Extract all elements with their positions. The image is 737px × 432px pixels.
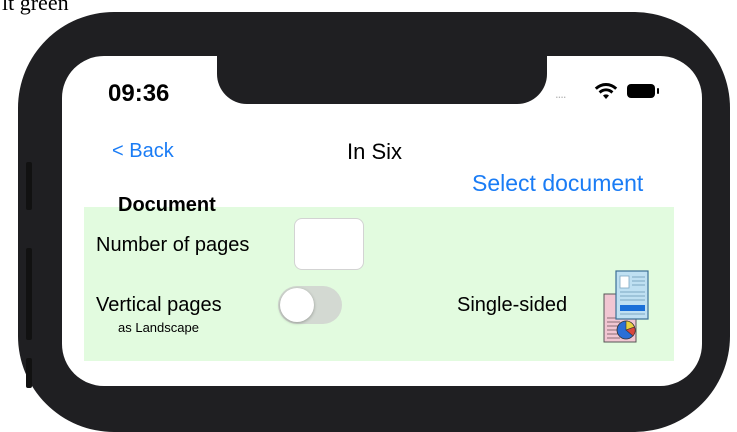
section-heading: Document bbox=[118, 194, 216, 216]
signal-icon: .... bbox=[555, 86, 566, 101]
toggle-knob bbox=[280, 288, 314, 322]
volume-up-button bbox=[26, 248, 32, 340]
document-panel bbox=[84, 207, 674, 361]
volume-down-button bbox=[26, 358, 32, 388]
device-screen: 09:36 .... < Back In Six Select document… bbox=[62, 56, 702, 386]
landscape-sublabel: as Landscape bbox=[118, 320, 199, 335]
single-sided-label: Single-sided bbox=[457, 294, 568, 316]
caption-text: lt green bbox=[2, 0, 69, 15]
vertical-pages-toggle[interactable] bbox=[278, 286, 342, 324]
battery-icon bbox=[627, 84, 659, 98]
page-title: In Six bbox=[347, 139, 403, 164]
notch bbox=[217, 56, 547, 104]
status-time: 09:36 bbox=[108, 80, 170, 107]
number-of-pages-input[interactable] bbox=[294, 218, 364, 270]
select-document-button[interactable]: Select document bbox=[472, 170, 643, 197]
vertical-pages-label: Vertical pages bbox=[96, 294, 222, 316]
number-of-pages-label: Number of pages bbox=[96, 234, 250, 256]
mute-switch bbox=[26, 162, 32, 210]
single-sided-layout-icon[interactable] bbox=[602, 268, 650, 348]
wifi-icon bbox=[594, 83, 618, 99]
back-button[interactable]: < Back bbox=[112, 140, 174, 163]
